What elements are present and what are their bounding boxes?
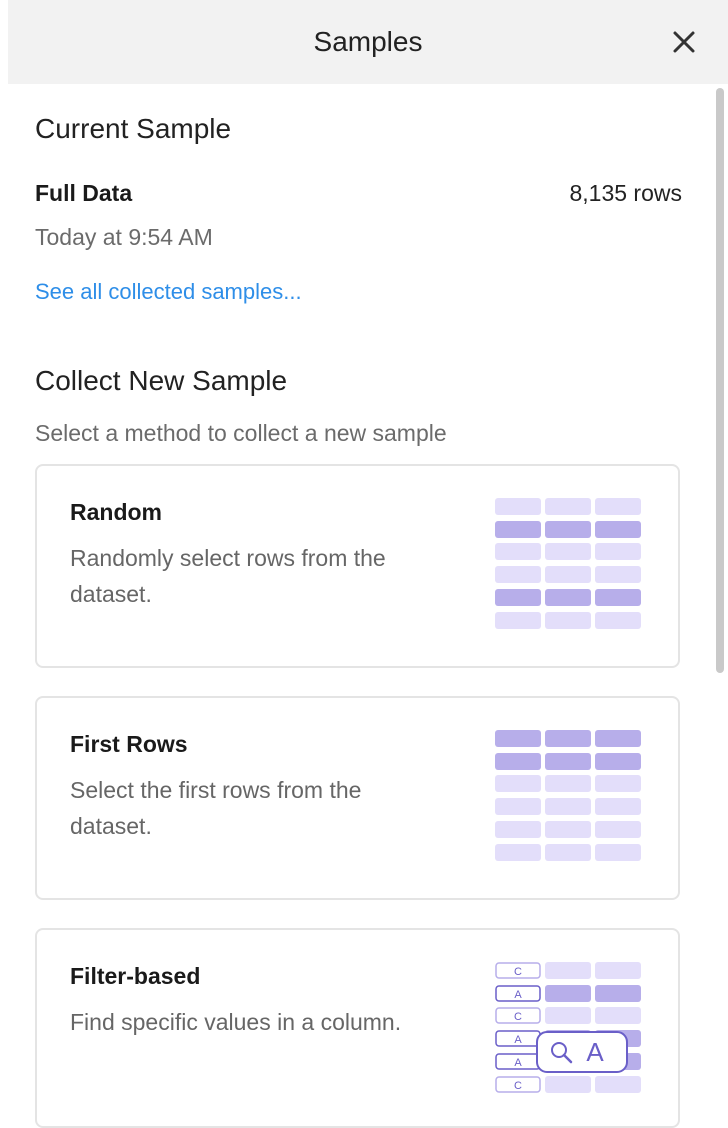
method-description: Randomly select rows from the dataset.: [70, 545, 386, 607]
method-title: Filter-based: [70, 963, 201, 989]
filter-rows-icon: C A C A A C A: [495, 962, 641, 1093]
current-sample-heading: Current Sample: [35, 113, 232, 144]
search-badge-letter: A: [586, 1037, 604, 1067]
scrollbar-thumb[interactable]: [716, 88, 724, 673]
filter-icon-letter: C: [514, 1080, 522, 1092]
row-count: 8,135 rows: [569, 180, 682, 206]
close-icon: [673, 31, 695, 53]
method-description: Select the first rows from the dataset.: [70, 777, 362, 839]
filter-icon-letter: A: [514, 1057, 522, 1069]
close-button[interactable]: [664, 22, 704, 62]
first-rows-icon: [495, 730, 641, 861]
sample-timestamp: Today at 9:54 AM: [35, 224, 213, 250]
method-title: First Rows: [70, 731, 188, 757]
method-card-first-rows[interactable]: First Rows Select the first rows from th…: [35, 696, 680, 900]
method-title: Random: [70, 499, 162, 525]
method-description: Find specific values in a column.: [70, 1009, 402, 1035]
method-card-random[interactable]: Random Randomly select rows from the dat…: [35, 464, 680, 668]
method-card-filter-based[interactable]: Filter-based Find specific values in a c…: [35, 928, 680, 1128]
search-badge: A: [536, 1031, 628, 1073]
filter-icon-letter: C: [514, 1011, 522, 1023]
filter-icon-letter: A: [514, 989, 522, 1001]
panel-header: Samples: [8, 0, 728, 84]
panel-title: Samples: [313, 26, 423, 57]
collect-subtitle: Select a method to collect a new sample: [35, 420, 447, 446]
sample-name: Full Data: [35, 180, 133, 206]
filter-icon-letter: C: [514, 966, 522, 978]
filter-icon-letter: A: [514, 1034, 522, 1046]
see-all-samples-link[interactable]: See all collected samples...: [35, 279, 302, 305]
random-rows-icon: [495, 498, 641, 629]
collect-new-sample-heading: Collect New Sample: [35, 365, 288, 396]
